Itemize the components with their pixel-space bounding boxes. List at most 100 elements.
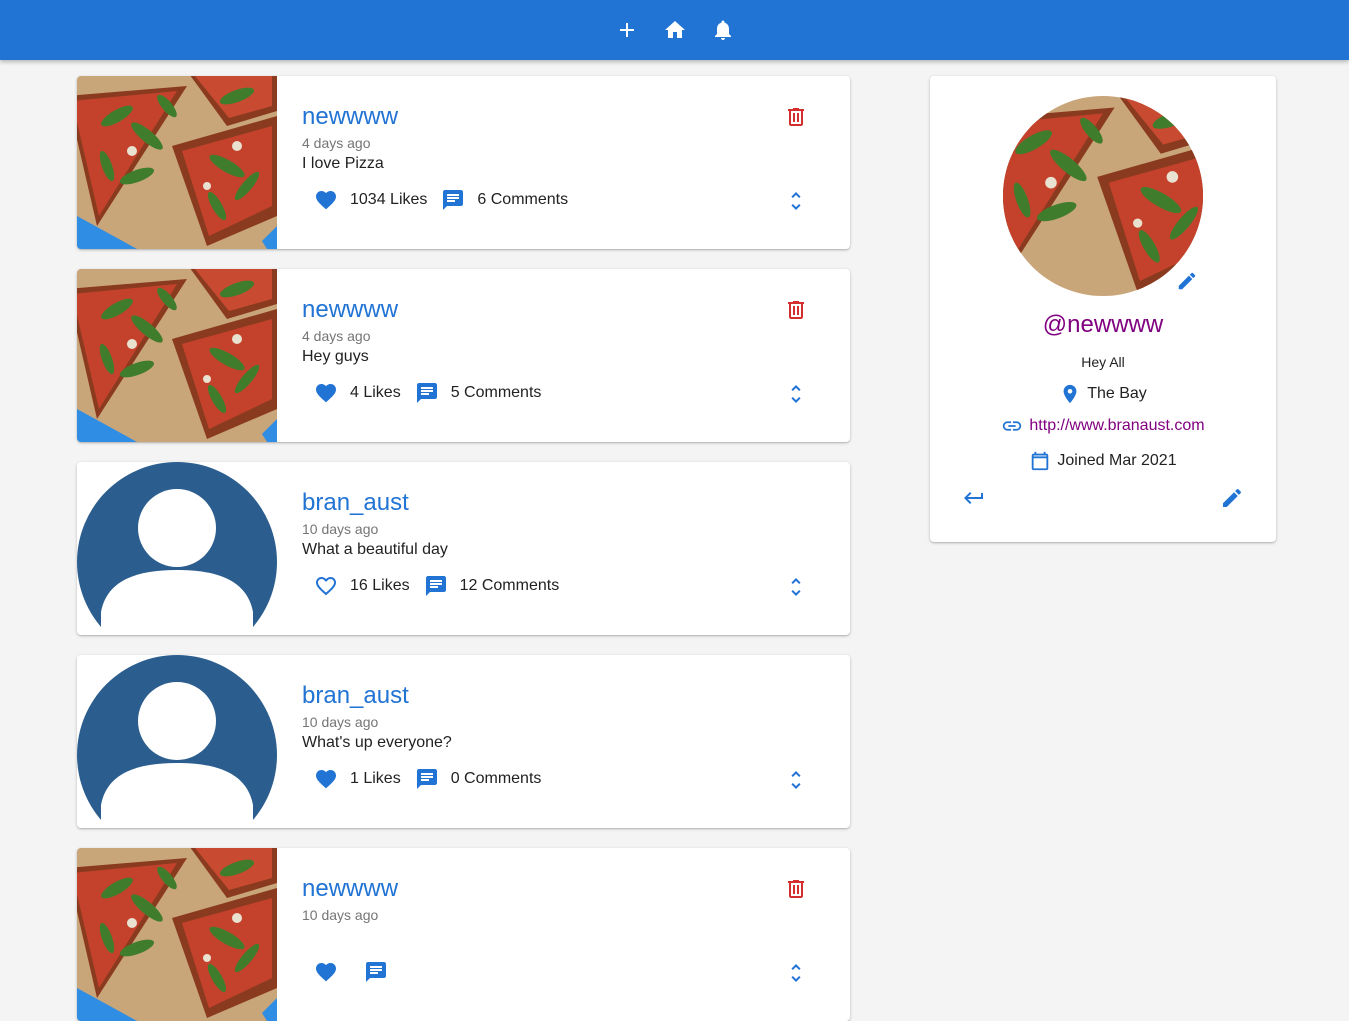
- calendar-icon: [1032, 451, 1049, 471]
- like-count: 4 Likes: [350, 384, 401, 401]
- heart-filled-icon: [316, 191, 336, 210]
- comment-button[interactable]: [424, 574, 448, 598]
- post-time: 10 days ago: [302, 521, 379, 537]
- like-count: 16 Likes: [350, 577, 410, 594]
- logout-button[interactable]: [962, 486, 986, 510]
- post-handle[interactable]: bran_aust: [302, 682, 409, 710]
- profile-bio: Hey All: [1081, 354, 1125, 370]
- post-actions: 4 Likes 5 Comments: [302, 380, 541, 406]
- default-avatar-image: [77, 655, 277, 828]
- location-pin-icon: [1063, 384, 1077, 404]
- delete-post-button[interactable]: [784, 105, 808, 129]
- post-actions: 1034 Likes 6 Comments: [302, 187, 568, 213]
- post-author-image[interactable]: [77, 76, 277, 249]
- heart-outline-icon: [316, 577, 336, 596]
- chat-icon: [443, 190, 464, 210]
- post-body: What a beautiful day: [302, 541, 448, 558]
- add-icon: [619, 23, 634, 37]
- post-content: newwww 4 days ago I love Pizza 1034 Likes 6 …: [302, 76, 850, 249]
- default-avatar-image: [77, 462, 277, 635]
- comment-button[interactable]: [364, 960, 388, 984]
- post-time: 10 days ago: [302, 714, 379, 730]
- post-time: 4 days ago: [302, 328, 371, 344]
- comment-button[interactable]: [415, 381, 439, 405]
- like-count: 1034 Likes: [350, 191, 428, 208]
- post-handle[interactable]: newwww: [302, 103, 398, 131]
- post-card: newwww 4 days ago Hey guys 4 Likes 5 Comment…: [77, 269, 850, 442]
- website-link[interactable]: http://www.branaust.com: [1029, 417, 1204, 435]
- comment-count: 6 Comments: [477, 191, 569, 208]
- unfold-icon: [791, 385, 801, 403]
- post-author-image[interactable]: [77, 269, 277, 442]
- comment-button[interactable]: [415, 767, 439, 791]
- add-post-button[interactable]: [603, 6, 651, 54]
- chat-icon: [366, 962, 386, 982]
- post-actions: 16 Likes 12 Comments: [302, 573, 559, 599]
- post-card: bran_aust 10 days ago What a beautiful day…: [77, 462, 850, 635]
- link-icon: [1003, 421, 1022, 431]
- post-author-image[interactable]: [77, 462, 277, 635]
- post-content: newwww 4 days ago Hey guys 4 Likes 5 Comment…: [302, 269, 850, 442]
- edit-avatar-button[interactable]: [1176, 270, 1200, 294]
- pizza-image: [77, 76, 277, 249]
- post-handle[interactable]: newwww: [302, 875, 398, 903]
- post-author-image[interactable]: [77, 655, 277, 828]
- post-card: newwww 10 days ago: [77, 848, 850, 1021]
- like-button[interactable]: [314, 188, 338, 212]
- post-handle[interactable]: newwww: [302, 296, 398, 324]
- unfold-icon: [791, 578, 801, 596]
- post-body: I love Pizza: [302, 155, 384, 172]
- pencil-icon: [1178, 272, 1196, 290]
- expand-post-button[interactable]: [784, 575, 808, 599]
- delete-post-button[interactable]: [784, 877, 808, 901]
- post-content: bran_aust 10 days ago What a beautiful day…: [302, 462, 850, 635]
- chat-icon: [416, 769, 437, 789]
- profile-website: http://www.branaust.com: [930, 415, 1276, 437]
- profile-handle[interactable]: @newwww: [930, 311, 1276, 339]
- expand-post-button[interactable]: [784, 189, 808, 213]
- comment-count: 5 Comments: [450, 384, 542, 401]
- expand-post-button[interactable]: [784, 768, 808, 792]
- joined-text: Joined Mar 2021: [1057, 452, 1177, 469]
- like-button[interactable]: [314, 960, 338, 984]
- like-button[interactable]: [314, 574, 338, 598]
- chat-icon: [425, 576, 446, 596]
- edit-profile-button[interactable]: [1220, 486, 1244, 510]
- like-count: 1 Likes: [350, 770, 401, 787]
- profile-card: @newwww Hey All The Bay http://www.brana…: [930, 76, 1276, 542]
- post-actions: [302, 959, 400, 985]
- unfold-icon: [791, 192, 801, 210]
- like-button[interactable]: [314, 767, 338, 791]
- heart-filled-icon: [316, 770, 336, 789]
- home-button[interactable]: [651, 6, 699, 54]
- heart-filled-icon: [316, 963, 336, 982]
- trash-icon: [788, 108, 804, 126]
- like-button[interactable]: [314, 381, 338, 405]
- profile-location: The Bay: [930, 383, 1276, 405]
- pizza-image: [77, 269, 277, 442]
- expand-post-button[interactable]: [784, 961, 808, 985]
- post-content: newwww 10 days ago: [302, 848, 850, 1021]
- location-text: The Bay: [1087, 385, 1147, 402]
- delete-post-button[interactable]: [784, 298, 808, 322]
- comment-count: 12 Comments: [459, 577, 560, 594]
- home-icon: [664, 21, 685, 38]
- heart-filled-icon: [316, 384, 336, 403]
- unfold-icon: [791, 964, 801, 982]
- app-bar: [0, 0, 1349, 60]
- post-author-image[interactable]: [77, 848, 277, 1021]
- return-arrow-icon: [964, 492, 983, 504]
- post-card: newwww 4 days ago I love Pizza 1034 Likes 6 …: [77, 76, 850, 249]
- post-handle[interactable]: bran_aust: [302, 489, 409, 517]
- notifications-button[interactable]: [699, 6, 747, 54]
- comment-button[interactable]: [441, 188, 465, 212]
- pencil-icon: [1223, 488, 1242, 507]
- post-time: 10 days ago: [302, 907, 379, 923]
- chat-icon: [416, 383, 437, 403]
- bell-icon: [714, 20, 731, 40]
- post-content: bran_aust 10 days ago What's up everyone? 1…: [302, 655, 850, 828]
- post-body: What's up everyone?: [302, 734, 452, 751]
- unfold-icon: [791, 771, 801, 789]
- pizza-image: [77, 848, 277, 1021]
- expand-post-button[interactable]: [784, 382, 808, 406]
